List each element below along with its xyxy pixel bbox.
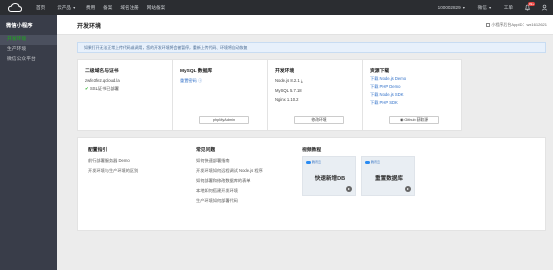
reset-password-link[interactable]: 重置密码 ⓘ [180,78,202,84]
modify-env-button[interactable]: 修改环境 [294,116,344,124]
video-tutorials-title: 视频教程 [302,148,322,153]
card-resources: 资源下载 下载 Node.js Demo 下载 PHP Demo 下载 Node… [362,59,462,131]
card-title: MySQL 数据库 [180,69,213,74]
cloud-logo-icon [365,160,370,164]
sidebar: 微信小程序 开发环境 生产环境 微信公众平台 [0,15,57,270]
domain-name: zwfe3fe2.qcloud.la [85,78,120,83]
guide-link[interactable]: 前行部署服务器 Demo [88,158,130,164]
help-section: 配置指引 前行部署服务器 Demo 开发环境与生产环境的区别 常见问题 如何快速… [77,137,546,231]
bell-icon[interactable]: 99+ [519,0,536,15]
chevron-down-icon: ▼ [72,5,76,10]
card-dev-environment: 开发环境 Node.js 8.2.1 ⤓ MySQL 5.7.18 Nginx … [267,59,367,131]
info-icon: ⓘ [197,78,203,83]
notification-badge: 99+ [527,2,535,6]
download-node-sdk-link[interactable]: 下载 Node.js SDK [370,92,404,98]
chevron-down-icon: ▼ [462,5,466,10]
card-title: 资源下载 [370,69,390,74]
faq-link[interactable]: 本地如何搭建开发环境 [196,188,238,194]
video-thumbnail[interactable]: 腾讯云 快速新增DB [302,156,356,196]
brand-logo: 腾讯云 [306,160,321,164]
notice-banner: 如果打开无法正常上传代码或调用，您的开发环境将会被暂停，重新上传代码、环境将自动… [77,42,546,53]
card-title: 开发环境 [275,69,295,74]
brand-logo: 腾讯云 [365,160,380,164]
sidebar-item-dev-env[interactable]: 开发环境 [0,35,57,45]
user-icon[interactable] [536,0,553,15]
page-title: 开发环境 [77,24,102,30]
download-node-demo-link[interactable]: 下载 Node.js Demo [370,76,406,82]
video-title: 重置数据库 [375,176,403,182]
node-version: Node.js 8.2.1 ⤓ [275,78,303,83]
ssl-status: ✔ SSL证书已部署 [85,86,119,91]
card-domain-certificate: 二级域名与证书 zwfe3fe2.qcloud.la ✔ SSL证书已部署 [77,59,177,131]
play-icon[interactable] [405,186,411,192]
sidebar-item-wechat-platform[interactable]: 微信公众平台 [0,55,57,65]
nav-billing[interactable]: 费用 [82,0,99,15]
card-title: 二级域名与证书 [85,69,119,74]
cloud-logo-icon [306,160,311,164]
card-mysql: MySQL 数据库 重置密码 ⓘ phpMyAdmin [172,59,272,131]
video-thumbnail[interactable]: 腾讯云 重置数据库 [361,156,415,196]
sidebar-item-prod-env[interactable]: 生产环境 [0,45,57,55]
download-php-demo-link[interactable]: 下载 PHP Demo [370,84,400,90]
github-button[interactable]: ◉ Github 获取源 [389,116,439,124]
nav-home[interactable]: 首页 [30,0,51,15]
nav-filing[interactable]: 备案 [99,0,116,15]
nav-domain-register[interactable]: 域名注册 [116,0,142,15]
github-icon: ◉ [399,118,404,122]
page-header: 开发环境 小程序后台AppID：wx1612621 [57,15,553,35]
account-menu[interactable]: 100002829 ▼ [432,0,472,15]
sidebar-title: 微信小程序 [6,23,33,29]
chevron-down-icon: ▼ [488,5,492,10]
download-icon[interactable]: ⤓ [301,78,303,83]
guides-title: 配置指引 [88,148,108,153]
download-php-sdk-link[interactable]: 下载 PHP SDK [370,100,398,106]
nav-site-filing[interactable]: 网站备案 [143,0,169,15]
top-navigation-bar: 首页 云产品 ▼ 费用 备案 域名注册 网站备案 100002829 ▼ 微信 ▼ 工… [0,0,553,15]
play-icon[interactable] [346,186,352,192]
qr-icon [485,22,490,27]
phpmyadmin-button[interactable]: phpMyAdmin [199,116,249,124]
check-icon: ✔ [85,86,89,91]
cloud-logo-icon[interactable] [0,0,30,15]
faq-title: 常见问题 [196,148,216,153]
nginx-version: Nginx 1.10.2 [275,97,299,102]
video-title: 快速新增DB [314,176,346,182]
ticket-link[interactable]: 工单 [498,0,519,15]
wechat-menu[interactable]: 微信 ▼ [472,0,498,15]
faq-link[interactable]: 如何快速部署指南 [196,158,230,164]
nav-cloud-products[interactable]: 云产品 ▼ [51,0,82,15]
faq-link[interactable]: 开发环境如何远程调试 Node.js 程序 [196,168,263,174]
mysql-version: MySQL 5.7.18 [275,88,302,93]
faq-link[interactable]: 生产环境如何部署代码 [196,198,238,204]
guide-link[interactable]: 开发环境与生产环境的区别 [88,168,138,174]
appid-info: 小程序后台AppID：wx1612621 [485,22,547,28]
faq-link[interactable]: 如何部署和修改数据库的表单 [196,178,250,184]
